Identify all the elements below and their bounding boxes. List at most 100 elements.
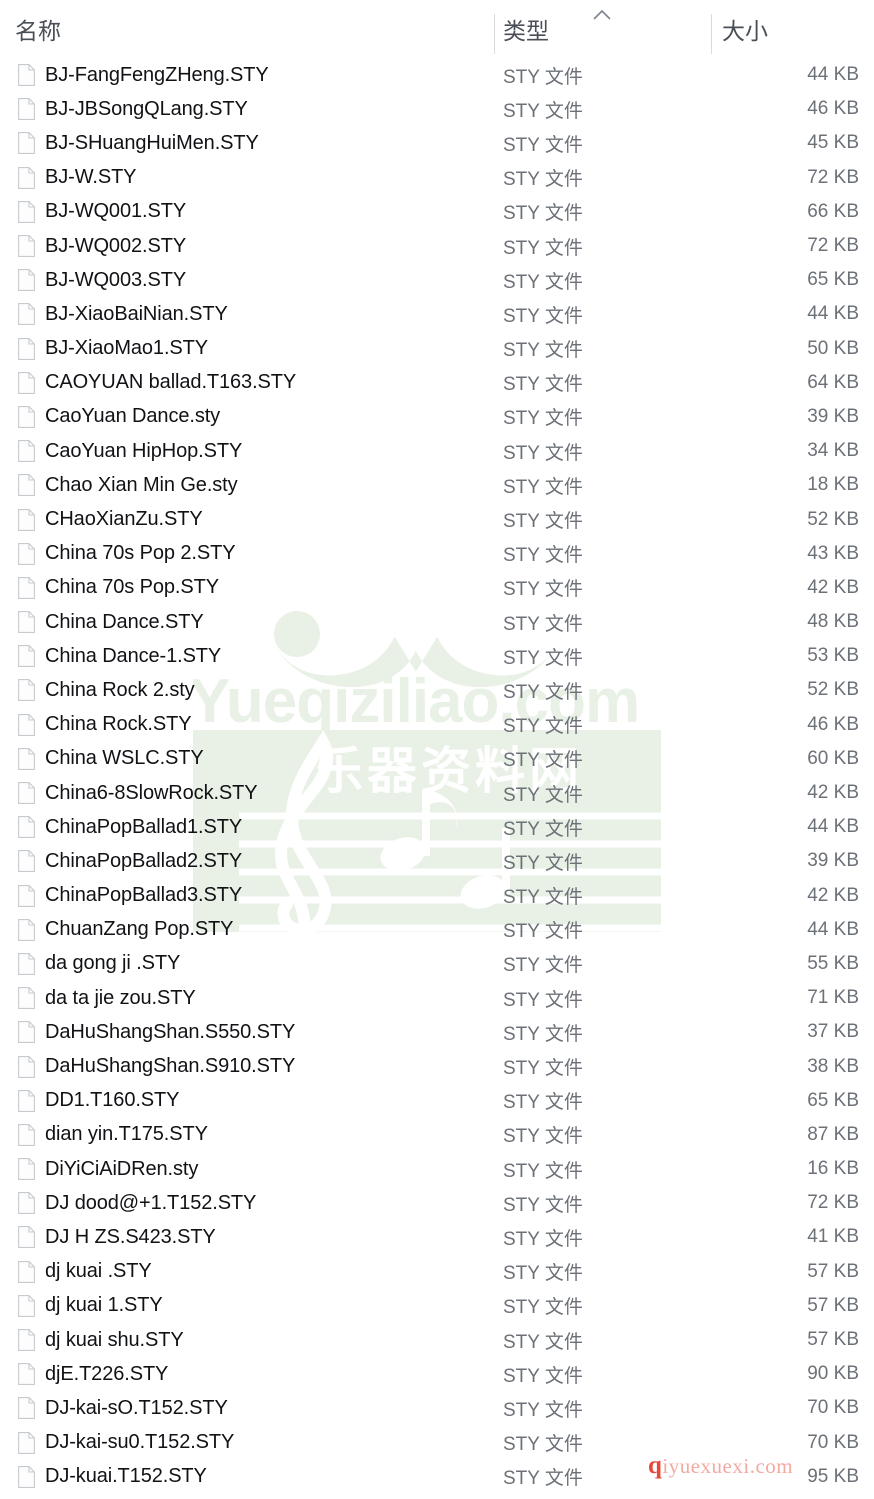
file-list[interactable]: BJ-FangFengZHeng.STY STY 文件 44 KB BJ-JBS… [0,58,874,1494]
file-name-cell[interactable]: dj kuai 1.STY [18,1294,163,1317]
file-name-cell[interactable]: Chao Xian Min Ge.sty [18,474,238,497]
file-name-cell[interactable]: BJ-JBSongQLang.STY [18,98,248,121]
file-row[interactable]: dian yin.T175.STY STY 文件 87 KB [0,1118,874,1152]
file-name-cell[interactable]: China Dance-1.STY [18,645,221,668]
file-row[interactable]: BJ-SHuangHuiMen.STY STY 文件 45 KB [0,126,874,160]
file-row[interactable]: dj kuai shu.STY STY 文件 57 KB [0,1323,874,1357]
file-name-cell[interactable]: DD1.T160.STY [18,1089,180,1112]
file-row[interactable]: DJ-kai-su0.T152.STY STY 文件 70 KB [0,1426,874,1460]
column-divider-name-type[interactable] [494,14,495,54]
file-row[interactable]: DaHuShangShan.S910.STY STY 文件 38 KB [0,1049,874,1083]
file-name-cell[interactable]: DJ dood@+1.T152.STY [18,1192,256,1215]
file-row[interactable]: da gong ji .STY STY 文件 55 KB [0,947,874,981]
file-row[interactable]: China 70s Pop 2.STY STY 文件 43 KB [0,537,874,571]
file-row[interactable]: DJ-kuai.T152.STY STY 文件 95 KB [0,1460,874,1494]
file-row[interactable]: China WSLC.STY STY 文件 60 KB [0,742,874,776]
file-name-cell[interactable]: DJ-kai-su0.T152.STY [18,1431,234,1454]
file-row[interactable]: BJ-WQ003.STY STY 文件 65 KB [0,263,874,297]
file-row[interactable]: China Rock.STY STY 文件 46 KB [0,708,874,742]
file-row[interactable]: BJ-XiaoBaiNian.STY STY 文件 44 KB [0,297,874,331]
file-name-cell[interactable]: CaoYuan HipHop.STY [18,440,242,463]
file-row[interactable]: BJ-FangFengZHeng.STY STY 文件 44 KB [0,58,874,92]
file-row[interactable]: CHaoXianZu.STY STY 文件 52 KB [0,502,874,536]
file-name-cell[interactable]: ChinaPopBallad3.STY [18,884,242,907]
file-type-label: STY 文件 [503,305,583,327]
file-name-cell[interactable]: BJ-WQ001.STY [18,200,186,223]
file-name-cell[interactable]: China WSLC.STY [18,747,204,770]
file-name-cell[interactable]: DaHuShangShan.S910.STY [18,1055,295,1078]
file-row[interactable]: CAOYUAN ballad.T163.STY STY 文件 64 KB [0,366,874,400]
file-size-label: 57 KB [807,1260,859,1282]
file-name-cell[interactable]: China6-8SlowRock.STY [18,782,258,805]
file-row[interactable]: ChinaPopBallad3.STY STY 文件 42 KB [0,879,874,913]
file-row[interactable]: dj kuai 1.STY STY 文件 57 KB [0,1289,874,1323]
file-name-cell[interactable]: DJ H ZS.S423.STY [18,1226,216,1249]
file-type-label: STY 文件 [503,66,583,88]
file-name-cell[interactable]: CAOYUAN ballad.T163.STY [18,371,296,394]
file-row[interactable]: DJ-kai-sO.T152.STY STY 文件 70 KB [0,1391,874,1425]
file-name-label: BJ-XiaoMao1.STY [45,337,209,360]
file-name-cell[interactable]: dian yin.T175.STY [18,1123,208,1146]
file-row[interactable]: DaHuShangShan.S550.STY STY 文件 37 KB [0,1015,874,1049]
file-row[interactable]: BJ-WQ002.STY STY 文件 72 KB [0,229,874,263]
file-row[interactable]: China Rock 2.sty STY 文件 52 KB [0,673,874,707]
file-name-cell[interactable]: China Rock.STY [18,713,192,736]
file-row[interactable]: China Dance.STY STY 文件 48 KB [0,605,874,639]
file-name-cell[interactable]: China Dance.STY [18,611,204,634]
file-explorer-list-view: Yueqiziliao.com 乐器资料网 qiyuexuexi.com 名称 … [0,0,874,1499]
file-name-cell[interactable]: dj kuai .STY [18,1260,152,1283]
file-name-cell[interactable]: DaHuShangShan.S550.STY [18,1021,295,1044]
file-name-cell[interactable]: China 70s Pop.STY [18,576,219,599]
file-name-cell[interactable]: BJ-WQ003.STY [18,269,186,292]
file-row[interactable]: CaoYuan HipHop.STY STY 文件 34 KB [0,434,874,468]
file-name-cell[interactable]: ChuanZang Pop.STY [18,918,234,941]
file-name-cell[interactable]: CaoYuan Dance.sty [18,405,220,428]
file-row[interactable]: China6-8SlowRock.STY STY 文件 42 KB [0,776,874,810]
file-name-cell[interactable]: BJ-SHuangHuiMen.STY [18,132,259,155]
file-row[interactable]: Chao Xian Min Ge.sty STY 文件 18 KB [0,468,874,502]
file-name-cell[interactable]: dj kuai shu.STY [18,1329,184,1352]
column-header-type[interactable]: 类型 [503,0,549,58]
file-row[interactable]: djE.T226.STY STY 文件 90 KB [0,1357,874,1391]
file-name-cell[interactable]: da gong ji .STY [18,952,180,975]
file-row[interactable]: DiYiCiAiDRen.sty STY 文件 16 KB [0,1152,874,1186]
column-header-name[interactable]: 名称 [15,0,61,58]
file-row[interactable]: DJ dood@+1.T152.STY STY 文件 72 KB [0,1186,874,1220]
file-row[interactable]: BJ-JBSongQLang.STY STY 文件 46 KB [0,92,874,126]
file-name-cell[interactable]: BJ-XiaoBaiNian.STY [18,303,228,326]
file-name-cell[interactable]: BJ-W.STY [18,166,137,189]
column-header-size[interactable]: 大小 [722,0,768,58]
file-row[interactable]: China 70s Pop.STY STY 文件 42 KB [0,571,874,605]
file-row[interactable]: China Dance-1.STY STY 文件 53 KB [0,639,874,673]
file-name-label: BJ-SHuangHuiMen.STY [45,131,259,154]
file-name-cell[interactable]: BJ-WQ002.STY [18,235,186,258]
file-row[interactable]: dj kuai .STY STY 文件 57 KB [0,1255,874,1289]
file-name-cell[interactable]: China Rock 2.sty [18,679,195,702]
file-name-cell[interactable]: ChinaPopBallad1.STY [18,816,242,839]
file-row[interactable]: CaoYuan Dance.sty STY 文件 39 KB [0,400,874,434]
file-row[interactable]: DD1.T160.STY STY 文件 65 KB [0,1084,874,1118]
file-row[interactable]: DJ H ZS.S423.STY STY 文件 41 KB [0,1220,874,1254]
file-name-cell[interactable]: China 70s Pop 2.STY [18,542,236,565]
file-name-cell[interactable]: DiYiCiAiDRen.sty [18,1158,198,1181]
file-row[interactable]: da ta jie zou.STY STY 文件 71 KB [0,981,874,1015]
file-name-cell[interactable]: ChinaPopBallad2.STY [18,850,242,873]
file-row[interactable]: BJ-XiaoMao1.STY STY 文件 50 KB [0,332,874,366]
file-name-cell[interactable]: CHaoXianZu.STY [18,508,203,531]
file-row[interactable]: ChinaPopBallad2.STY STY 文件 39 KB [0,844,874,878]
file-type-label: STY 文件 [503,511,583,533]
file-name-cell[interactable]: djE.T226.STY [18,1363,168,1386]
file-row[interactable]: ChinaPopBallad1.STY STY 文件 44 KB [0,810,874,844]
file-name-cell[interactable]: da ta jie zou.STY [18,987,196,1010]
file-type-label: STY 文件 [503,852,583,874]
file-name-cell[interactable]: DJ-kai-sO.T152.STY [18,1397,228,1420]
file-name-cell[interactable]: DJ-kuai.T152.STY [18,1465,207,1488]
sty-file-icon [18,884,35,907]
file-size-label: 70 KB [807,1431,859,1453]
file-row[interactable]: ChuanZang Pop.STY STY 文件 44 KB [0,913,874,947]
file-name-cell[interactable]: BJ-XiaoMao1.STY [18,337,208,360]
file-name-cell[interactable]: BJ-FangFengZHeng.STY [18,64,269,87]
file-row[interactable]: BJ-WQ001.STY STY 文件 66 KB [0,195,874,229]
column-divider-type-size[interactable] [711,14,712,54]
file-row[interactable]: BJ-W.STY STY 文件 72 KB [0,161,874,195]
